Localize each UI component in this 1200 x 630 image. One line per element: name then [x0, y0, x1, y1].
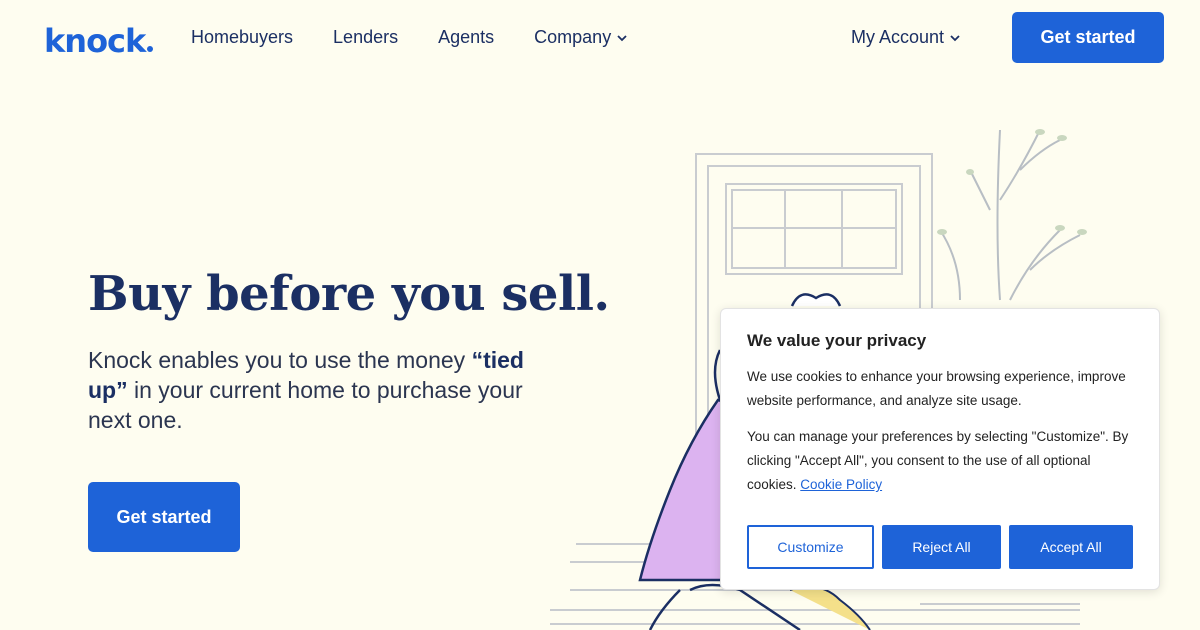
nav-item-homebuyers[interactable]: Homebuyers	[191, 27, 293, 48]
nav-item-agents[interactable]: Agents	[438, 27, 494, 48]
chevron-down-icon	[617, 34, 627, 41]
site-header: knock Homebuyers Lenders Agents Company …	[0, 0, 1200, 78]
accept-all-button[interactable]: Accept All	[1009, 525, 1133, 569]
header-get-started-button[interactable]: Get started	[1012, 12, 1164, 63]
customize-button[interactable]: Customize	[747, 525, 874, 569]
hero-subtitle: Knock enables you to use the money “tied…	[88, 347, 524, 433]
chevron-down-icon	[950, 34, 960, 41]
nav-item-company[interactable]: Company	[534, 27, 627, 48]
main-nav: Homebuyers Lenders Agents Company	[191, 27, 627, 48]
cookie-text-1: We use cookies to enhance your browsing …	[747, 369, 1126, 408]
cookie-consent-dialog: We value your privacy We use cookies to …	[720, 308, 1160, 590]
cookie-title: We value your privacy	[747, 331, 927, 350]
hero-title: Buy before you sell.	[88, 266, 610, 322]
cookie-policy-link[interactable]: Cookie Policy	[800, 477, 882, 492]
cookie-buttons: Customize Reject All Accept All	[747, 525, 1133, 569]
nav-item-lenders[interactable]: Lenders	[333, 27, 398, 48]
logo-dot-icon	[147, 46, 154, 52]
knock-logo[interactable]: knock	[44, 22, 154, 60]
reject-all-button[interactable]: Reject All	[882, 525, 1001, 569]
hero-get-started-button[interactable]: Get started	[88, 482, 240, 552]
cookie-text-2: You can manage your preferences by selec…	[747, 429, 1129, 492]
my-account-menu[interactable]: My Account	[851, 27, 960, 48]
